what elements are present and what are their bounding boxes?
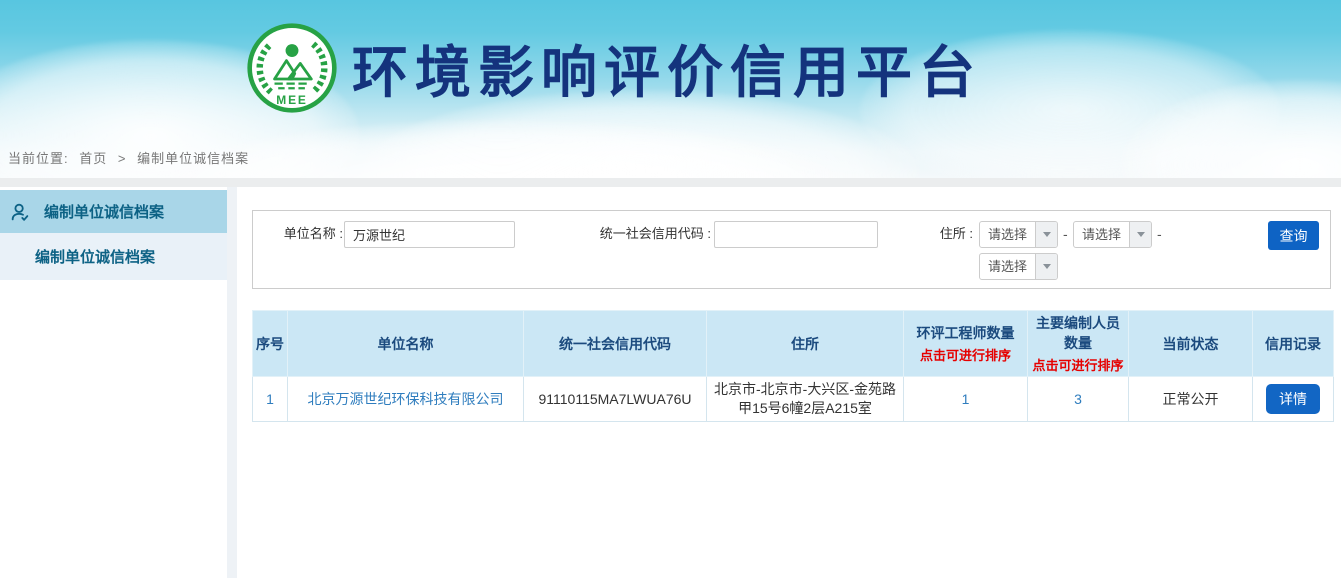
row-index: 1: [266, 391, 274, 407]
breadcrumb: 当前位置: 首页 > 编制单位诚信档案: [8, 148, 255, 167]
cell-status: 正常公开: [1129, 377, 1253, 422]
col-header-status: 当前状态: [1129, 311, 1253, 377]
province-select[interactable]: 请选择: [979, 221, 1058, 248]
breadcrumb-separator: >: [118, 151, 127, 166]
cell-staff-count: 3: [1028, 377, 1129, 422]
cell-credit-code: 91110115MA7LWUA76U: [524, 377, 707, 422]
address-dash: -: [1063, 221, 1068, 248]
query-button[interactable]: 查询: [1268, 221, 1319, 250]
select-dropdown-button[interactable]: [1129, 222, 1151, 247]
sidebar-item-unit-credit-archive[interactable]: 编制单位诚信档案: [0, 190, 227, 233]
credit-code-label: 统一社会信用代码 :: [595, 221, 711, 247]
cell-credit-record: 详情: [1253, 377, 1334, 422]
col-header-staff-count-sortable[interactable]: 主要编制人员数量 点击可进行排序: [1028, 311, 1129, 377]
unit-name-input[interactable]: [344, 221, 515, 248]
col-header-company: 单位名称: [288, 311, 524, 377]
col-header-credit-code: 统一社会信用代码: [524, 311, 707, 377]
chevron-down-icon: [1137, 232, 1145, 237]
sidebar-subitem-unit-credit-archive[interactable]: 编制单位诚信档案: [0, 233, 227, 280]
staff-count-link[interactable]: 3: [1074, 391, 1082, 407]
results-table: 序号 单位名称 统一社会信用代码 住所 环评工程师数量 点击可进行排序 主要编制…: [252, 310, 1334, 422]
col-header-address: 住所: [707, 311, 904, 377]
select-dropdown-button[interactable]: [1035, 254, 1057, 279]
detail-button[interactable]: 详情: [1266, 384, 1320, 414]
unit-name-label: 单位名称 :: [273, 221, 343, 247]
credit-code-input[interactable]: [714, 221, 878, 248]
address-dash: -: [1157, 221, 1162, 248]
search-form: 单位名称 : 统一社会信用代码 : 住所 : 请选择 - 请选择 - 请选择 查…: [252, 210, 1331, 289]
site-header: MEE 环境影响评价信用平台 当前位置: 首页 > 编制单位诚信档案: [0, 0, 1341, 178]
col-header-label: 环评工程师数量: [906, 323, 1025, 343]
address-label: 住所 :: [925, 221, 973, 247]
select-dropdown-button[interactable]: [1035, 222, 1057, 247]
sort-hint: 点击可进行排序: [906, 345, 1025, 364]
table-header-row: 序号 单位名称 统一社会信用代码 住所 环评工程师数量 点击可进行排序 主要编制…: [253, 311, 1334, 377]
sidebar: 编制单位诚信档案 编制单位诚信档案: [0, 187, 227, 578]
breadcrumb-current: 编制单位诚信档案: [137, 151, 249, 166]
district-select[interactable]: 请选择: [979, 253, 1058, 280]
breadcrumb-label: 当前位置:: [8, 151, 69, 166]
mee-logo-icon: MEE: [246, 22, 338, 114]
city-select[interactable]: 请选择: [1073, 221, 1152, 248]
chevron-down-icon: [1043, 264, 1051, 269]
mee-logo-text: MEE: [276, 93, 307, 107]
sidebar-main-divider: [227, 187, 237, 578]
table-row: 1 北京万源世纪环保科技有限公司 91110115MA7LWUA76U 北京市-…: [253, 377, 1334, 422]
col-header-credit-record: 信用记录: [1253, 311, 1334, 377]
header-divider: [0, 178, 1341, 187]
province-select-value: 请选择: [980, 222, 1035, 247]
breadcrumb-home-link[interactable]: 首页: [79, 151, 107, 166]
col-header-engineer-count-sortable[interactable]: 环评工程师数量 点击可进行排序: [904, 311, 1028, 377]
city-select-value: 请选择: [1074, 222, 1129, 247]
col-header-label: 主要编制人员数量: [1030, 313, 1126, 353]
cell-address: 北京市-北京市-大兴区-金苑路甲15号6幢2层A215室: [707, 377, 904, 422]
cell-engineer-count: 1: [904, 377, 1028, 422]
district-select-value: 请选择: [980, 254, 1035, 279]
sidebar-item-label: 编制单位诚信档案: [35, 246, 155, 267]
cell-company: 北京万源世纪环保科技有限公司: [288, 377, 524, 422]
cell-index: 1: [253, 377, 288, 422]
page-title: 环境影响评价信用平台: [352, 28, 982, 109]
col-header-index: 序号: [253, 311, 288, 377]
engineer-count-link[interactable]: 1: [962, 391, 970, 407]
sidebar-item-label: 编制单位诚信档案: [44, 201, 164, 222]
user-check-icon: [9, 201, 31, 223]
sort-hint: 点击可进行排序: [1030, 355, 1126, 374]
company-link[interactable]: 北京万源世纪环保科技有限公司: [308, 391, 504, 407]
chevron-down-icon: [1043, 232, 1051, 237]
